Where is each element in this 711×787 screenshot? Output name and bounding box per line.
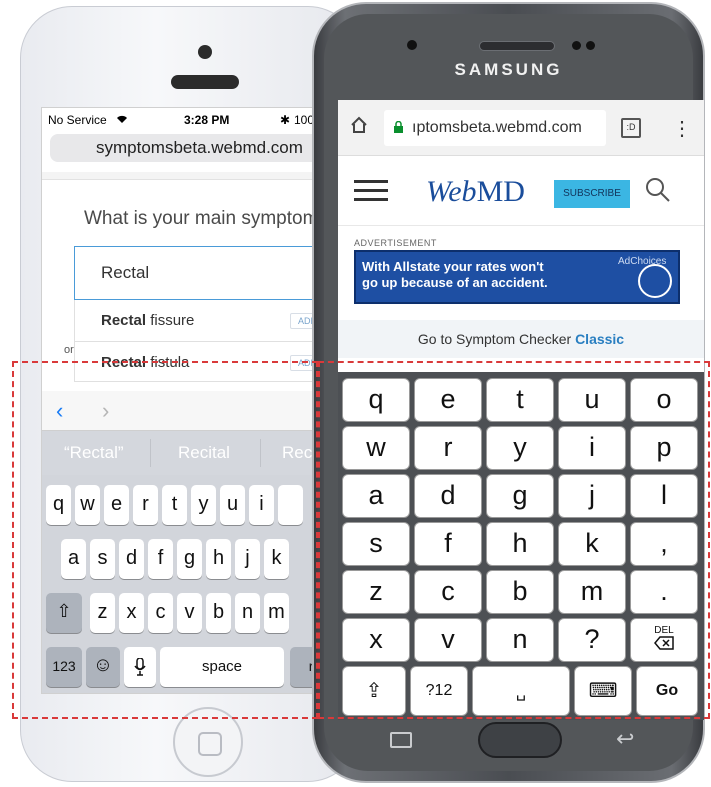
- classic-link[interactable]: Classic: [575, 331, 624, 347]
- goto-text: Go to Symptom Checker: [417, 331, 572, 347]
- samsung-sensor: [572, 41, 581, 50]
- keyboard-highlight-left: [12, 361, 318, 719]
- address-bar[interactable]: ıptomsbeta.webmd.com: [384, 110, 606, 146]
- ad-banner[interactable]: With Allstate your rates won't go up bec…: [354, 250, 680, 304]
- bluetooth-icon: ✱: [280, 113, 291, 127]
- suggestion-item[interactable]: Rectal fissure ADD: [74, 300, 334, 342]
- suggestion-bold: Rectal: [101, 312, 147, 329]
- samsung-brand: SAMSUNG: [454, 60, 563, 79]
- symptom-question: What is your main symptom?: [84, 208, 329, 229]
- lock-icon: [394, 121, 403, 133]
- page-divider: [42, 172, 340, 180]
- wifi-icon: [116, 113, 128, 127]
- url-text: ıptomsbeta.webmd.com: [412, 119, 582, 136]
- search-icon[interactable]: [644, 176, 672, 209]
- recent-apps-icon[interactable]: [390, 732, 412, 748]
- keyboard-highlight-right: [318, 361, 710, 719]
- address-bar[interactable]: symptomsbeta.webmd.com: [50, 134, 340, 162]
- symptom-search-input[interactable]: Rectal: [74, 246, 334, 300]
- back-icon[interactable]: ↩: [616, 726, 634, 752]
- samsung-sensor: [586, 41, 595, 50]
- overflow-menu-icon[interactable]: ⋮: [672, 116, 692, 141]
- suggestion-rest: fissure: [146, 312, 195, 329]
- home-icon[interactable]: [350, 116, 368, 139]
- comparison-stage: No Service 3:28 PM ✱ 100 symptomsbeta.we…: [0, 0, 711, 787]
- advertisement-label: ADVERTISEMENT: [354, 238, 437, 248]
- symptom-checker-link-row: Go to Symptom Checker Classic: [338, 320, 704, 358]
- status-bar: No Service 3:28 PM ✱ 100: [42, 110, 340, 128]
- webmd-header: WebMD SUBSCRIBE: [338, 156, 704, 226]
- status-time: 3:28 PM: [184, 113, 230, 127]
- iphone-camera: [198, 45, 212, 59]
- iphone-speaker: [171, 75, 239, 89]
- samsung-camera: [407, 40, 417, 50]
- ad-text-line2: go up because of an accident.: [362, 275, 548, 290]
- samsung-speaker: [479, 41, 555, 51]
- ad-text-line1: With Allstate your rates won't: [362, 259, 544, 274]
- or-label: or: [64, 344, 74, 356]
- carrier-label: No Service: [48, 113, 107, 127]
- samsung-home-button[interactable]: [478, 722, 562, 758]
- tabs-button[interactable]: :D: [621, 118, 641, 138]
- subscribe-button[interactable]: SUBSCRIBE: [554, 180, 630, 208]
- chrome-toolbar: ıptomsbeta.webmd.com :D ⋮: [338, 100, 704, 156]
- hamburger-menu-icon[interactable]: [354, 180, 388, 207]
- allstate-logo-icon: [638, 264, 672, 298]
- webmd-logo[interactable]: WebMD: [426, 175, 525, 209]
